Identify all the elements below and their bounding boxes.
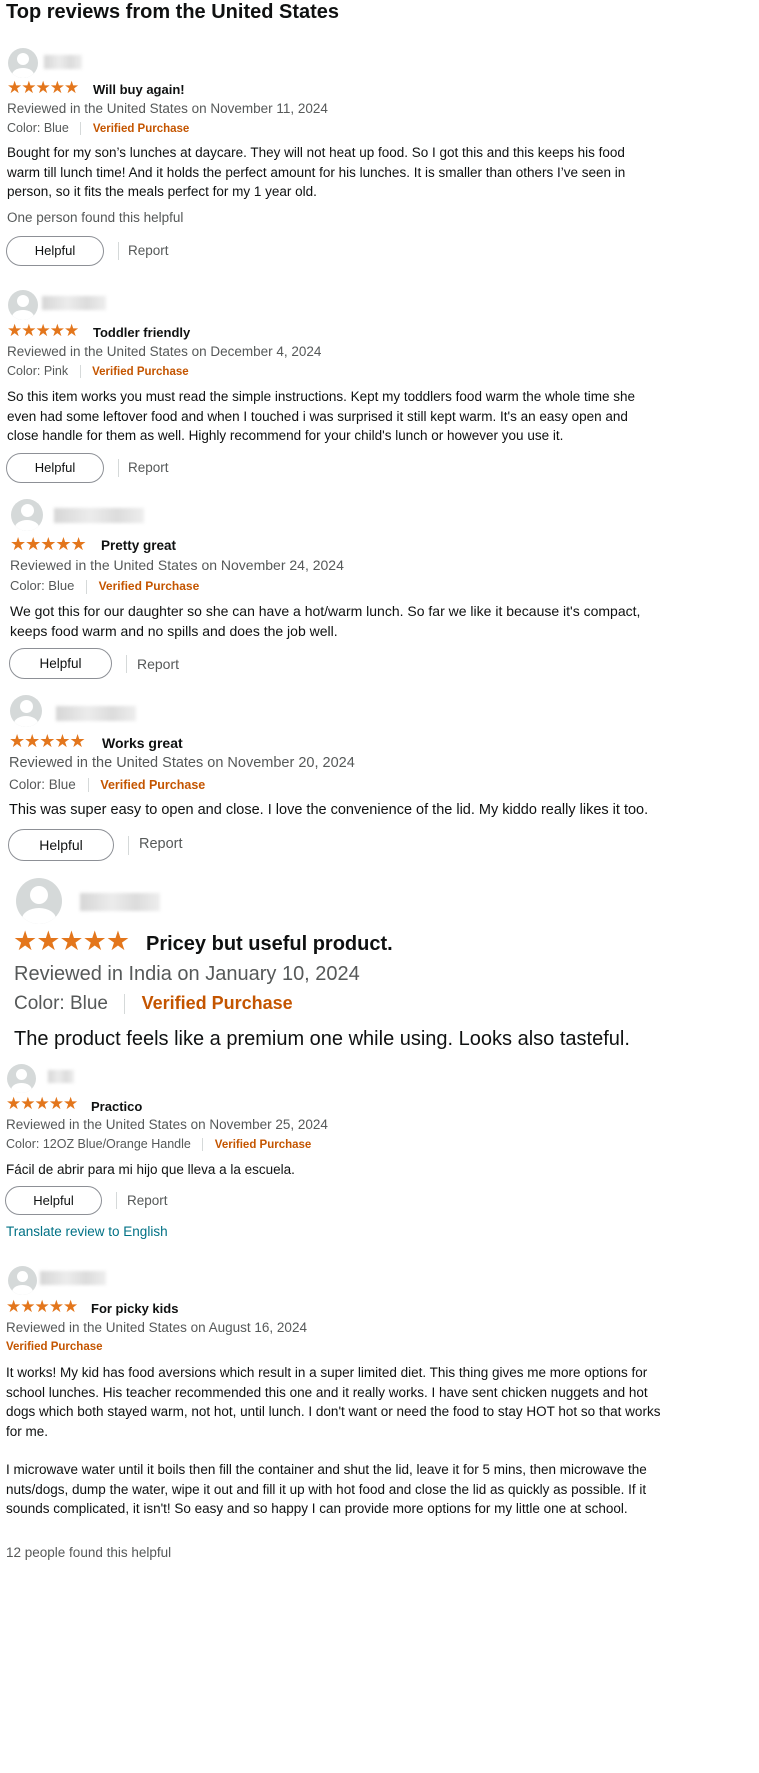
reviewer-name-redacted (56, 706, 136, 721)
variant-color: Color: Blue (7, 121, 69, 135)
reviewer-name-redacted (54, 508, 144, 523)
review-variant: Color: Blue Verified Purchase (14, 993, 293, 1015)
helpful-button[interactable]: Helpful (9, 648, 112, 679)
review-title[interactable]: Toddler friendly (93, 325, 190, 340)
review-body: The product feels like a premium one whi… (14, 1028, 630, 1050)
variant-color: Color: Blue (10, 578, 75, 593)
user-avatar-icon (10, 695, 42, 727)
reviewer-name-redacted (42, 296, 106, 310)
helpful-button[interactable]: Helpful (6, 453, 104, 483)
user-avatar-icon (8, 48, 38, 78)
review-title[interactable]: Works great (102, 735, 183, 751)
user-avatar-icon (8, 290, 38, 320)
review-variant: Color: Blue Verified Purchase (10, 578, 199, 594)
helpful-count: One person found this helpful (7, 210, 184, 225)
helpful-button[interactable]: Helpful (8, 829, 114, 861)
review-body: We got this for our daughter so she can … (10, 603, 641, 639)
review-title[interactable]: Will buy again! (93, 82, 185, 97)
variant-color: Color: Blue (9, 777, 76, 792)
reviewer-name-redacted (40, 1271, 106, 1285)
star-rating: ★★★★★ (9, 731, 86, 751)
star-rating: ★★★★★ (13, 926, 130, 956)
star-rating: ★★★★★ (7, 321, 79, 340)
verified-purchase-badge: Verified Purchase (92, 366, 189, 378)
review-meta: Reviewed in the United States on Novembe… (6, 1117, 328, 1132)
review-title[interactable]: Practico (91, 1099, 142, 1114)
report-link[interactable]: Report (128, 243, 169, 258)
review-variant: Color: Blue Verified Purchase (9, 777, 206, 793)
user-avatar-icon (16, 878, 62, 924)
report-link[interactable]: Report (139, 836, 183, 852)
review-body: It works! My kid has food aversions whic… (6, 1365, 661, 1439)
review-variant: Color: Pink Verified Purchase (7, 364, 189, 379)
report-link[interactable]: Report (127, 1193, 168, 1208)
verified-purchase-badge: Verified Purchase (6, 1341, 103, 1353)
review-title[interactable]: Pretty great (101, 538, 176, 553)
variant-color: Color: Blue (14, 993, 108, 1014)
review-title[interactable]: For picky kids (91, 1301, 178, 1316)
review-meta: Reviewed in the United States on Novembe… (7, 101, 328, 116)
user-avatar-icon (8, 1266, 37, 1295)
review-meta: Reviewed in the United States on August … (6, 1320, 307, 1335)
reviewer-name-redacted (48, 1070, 74, 1083)
review-meta: Reviewed in the United States on Novembe… (9, 755, 355, 771)
star-rating: ★★★★★ (7, 78, 79, 97)
helpful-button[interactable]: Helpful (6, 236, 104, 266)
verified-purchase-badge: Verified Purchase (141, 993, 293, 1013)
verified-purchase-badge: Verified Purchase (100, 778, 206, 792)
review-body: This was super easy to open and close. I… (9, 802, 649, 818)
helpful-count: 12 people found this helpful (6, 1545, 172, 1560)
review-body: So this item works you must read the sim… (7, 389, 636, 443)
star-rating: ★★★★★ (6, 1297, 78, 1316)
review-meta: Reviewed in the United States on Novembe… (10, 557, 344, 573)
user-avatar-icon (7, 1064, 36, 1093)
translate-review-link[interactable]: Translate review to English (6, 1224, 168, 1239)
reviewer-name-redacted (44, 55, 82, 69)
star-rating: ★★★★★ (6, 1094, 78, 1113)
verified-purchase-badge: Verified Purchase (214, 1139, 312, 1151)
variant-color: Color: Pink (7, 364, 69, 378)
review-card: ★★★★★ Will buy again! Reviewed in the Un… (0, 0, 759, 290)
review-meta: Reviewed in the United States on Decembe… (7, 344, 322, 359)
review-variant: Color: 12OZ Blue/Orange Handle Verified … (6, 1137, 312, 1152)
reviewer-name-redacted (80, 893, 160, 911)
user-avatar-icon (11, 499, 43, 531)
review-body: Fácil de abrir para mi hijo que lleva a … (6, 1162, 295, 1177)
review-variant: Color: Blue Verified Purchase (7, 121, 190, 136)
helpful-button[interactable]: Helpful (5, 1186, 102, 1215)
star-rating: ★★★★★ (10, 534, 87, 554)
review-title[interactable]: Pricey but useful product. (146, 933, 393, 956)
verified-purchase-badge: Verified Purchase (92, 123, 190, 135)
variant-color: Color: 12OZ Blue/Orange Handle (6, 1137, 191, 1151)
review-body: Bought for my son’s lunches at daycare. … (7, 145, 626, 199)
report-link[interactable]: Report (137, 656, 179, 672)
verified-purchase-badge: Verified Purchase (98, 579, 200, 593)
report-link[interactable]: Report (128, 460, 169, 475)
review-meta: Reviewed in India on January 10, 2024 (14, 963, 360, 985)
review-body-paragraph-2: I microwave water until it boils then fi… (6, 1462, 647, 1516)
